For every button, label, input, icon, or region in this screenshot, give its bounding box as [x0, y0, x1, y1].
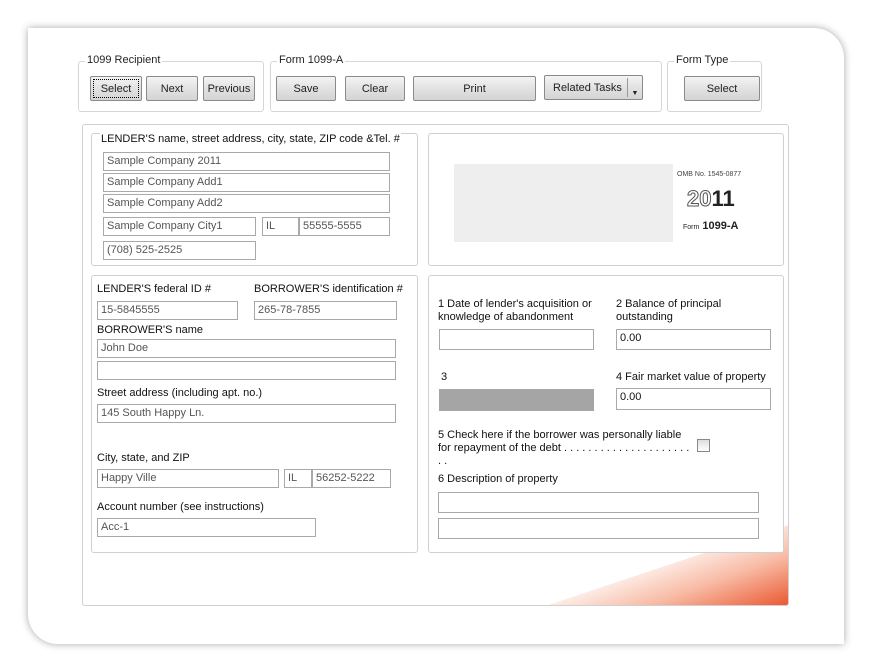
previous-button[interactable]: Previous: [203, 76, 255, 101]
recipient-group: 1099 Recipient Select Next Previous: [78, 54, 264, 112]
box1-input[interactable]: [439, 329, 594, 350]
borrower-name-input[interactable]: John Doe: [97, 339, 396, 358]
box6-input2[interactable]: [438, 518, 759, 539]
lender-phone-input[interactable]: (708) 525-2525: [103, 241, 256, 260]
lender-state-input[interactable]: IL: [262, 217, 299, 236]
form-group: Form 1099-A Save Clear Print Related Tas…: [270, 54, 662, 112]
lender-address2-input[interactable]: Sample Company Add2: [103, 194, 390, 213]
box5-checkbox[interactable]: [697, 439, 710, 452]
next-button[interactable]: Next: [146, 76, 198, 101]
box1-label: 1 Date of lender's acquisition or knowle…: [438, 298, 592, 323]
form-header-panel: OMB No. 1545-0877 2011 Form 1099-A: [428, 133, 784, 266]
boxes-panel: 1 Date of lender's acquisition or knowle…: [428, 275, 784, 553]
lender-panel: LENDER'S name, street address, city, sta…: [91, 133, 418, 266]
city-label: City, state, and ZIP: [97, 452, 190, 464]
box2-input[interactable]: 0.00: [616, 329, 771, 350]
lender-address1-input[interactable]: Sample Company Add1: [103, 173, 390, 192]
form-type-select-button[interactable]: Select: [684, 76, 760, 101]
year-outline: 20: [686, 186, 712, 212]
form-name-text: 1099-A: [702, 220, 739, 232]
tax-year: 2011: [686, 186, 735, 212]
borrower-panel: LENDER'S federal ID # BORROWER'S identif…: [91, 275, 418, 553]
save-button[interactable]: Save: [276, 76, 336, 101]
borrower-id-input[interactable]: 265-78-7855: [254, 301, 397, 320]
lender-city-input[interactable]: Sample Company City1: [103, 217, 256, 236]
box3-shaded: [439, 389, 594, 411]
form-type-legend: Form Type: [674, 54, 731, 66]
box6-input1[interactable]: [438, 492, 759, 513]
recipient-select-button[interactable]: Select: [90, 76, 142, 101]
borrower-name2-input[interactable]: [97, 361, 396, 380]
zip-input[interactable]: 56252-5222: [312, 469, 391, 488]
borrower-id-label: BORROWER'S identification #: [254, 283, 403, 295]
box3-label: 3: [441, 371, 448, 383]
form-image-placeholder: [454, 164, 673, 242]
related-tasks-button[interactable]: Related Tasks ▼: [544, 75, 643, 100]
form-prefix: Form: [683, 224, 700, 231]
box5-label: 5 Check here if the borrower was persona…: [438, 429, 690, 467]
form-name: Form 1099-A: [683, 220, 738, 232]
account-input[interactable]: Acc-1: [97, 518, 316, 537]
account-label: Account number (see instructions): [97, 501, 264, 513]
lender-id-input[interactable]: 15-5845555: [97, 301, 238, 320]
omb-number: OMB No. 1545-0877: [677, 171, 742, 178]
box4-label: 4 Fair market value of property: [616, 371, 766, 383]
city-input[interactable]: Happy Ville: [97, 469, 279, 488]
street-input[interactable]: 145 South Happy Ln.: [97, 404, 396, 423]
print-button[interactable]: Print: [413, 76, 536, 101]
form-legend: Form 1099-A: [277, 54, 346, 66]
dropdown-arrow-icon[interactable]: ▼: [627, 78, 642, 97]
year-bold: 11: [711, 186, 735, 211]
recipient-legend: 1099 Recipient: [85, 54, 163, 66]
state-input[interactable]: IL: [284, 469, 312, 488]
borrower-name-label: BORROWER'S name: [97, 324, 204, 336]
box4-input[interactable]: 0.00: [616, 388, 771, 410]
form-type-group: Form Type Select: [667, 54, 762, 112]
clear-button[interactable]: Clear: [345, 76, 405, 101]
lender-label: LENDER'S name, street address, city, sta…: [100, 133, 401, 145]
street-label: Street address (including apt. no.): [97, 387, 263, 399]
box6-label: 6 Description of property: [438, 473, 558, 485]
lender-id-label: LENDER'S federal ID #: [97, 283, 211, 295]
lender-zip-input[interactable]: 55555-5555: [299, 217, 390, 236]
lender-name-input[interactable]: Sample Company 2011: [103, 152, 390, 171]
box2-label: 2 Balance of principal outstanding: [616, 298, 722, 323]
related-tasks-label: Related Tasks: [553, 81, 622, 94]
